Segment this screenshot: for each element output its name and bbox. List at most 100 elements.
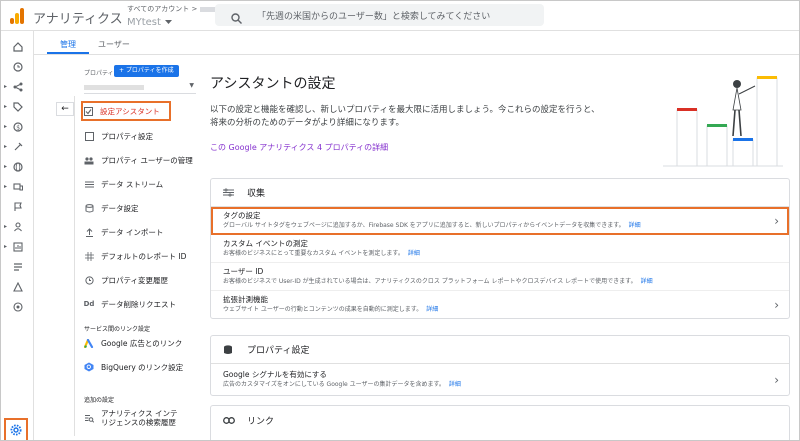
property-dropdown[interactable]: ▼ [84,80,196,94]
search-icon [231,9,242,28]
nav-property-settings[interactable]: プロパティ設定 [84,126,204,146]
row-title: カスタム イベントの測定 [223,239,308,248]
collect-icon [223,188,235,197]
google-ads-icon [84,338,94,348]
extra-settings-header: 追加の設定 [84,397,115,404]
row-subtitle: お客様のビジネスで User-ID が生成されている場合は、アナリティクスのクロ… [223,278,637,285]
details-link[interactable]: 詳細 [426,306,438,313]
property-label: プロパティ [84,70,114,77]
target-icon[interactable] [10,299,26,315]
nav-item-label: プロパティ設定 [101,131,154,141]
history-icon [84,275,94,285]
collect-header: 収集 [247,189,266,199]
nav-data-settings[interactable]: データ設定 [84,198,204,218]
home-icon[interactable] [10,39,26,55]
chevron-down-icon [164,17,172,28]
chevron-down-icon: ▼ [189,82,194,89]
chevron-right-icon: › [774,213,779,228]
devices-icon[interactable]: ▸ [4,179,26,195]
left-rail: ▸ ▸ ▸ $ ▸ ▸ ▸ ▸ ▸ [1,31,34,440]
nav-divider [74,96,75,436]
square-icon [84,131,94,141]
row-title: タグの設定 [223,211,261,220]
sparkle-icon[interactable]: ▸ [4,139,26,155]
enhanced-measurement-row[interactable]: 拡張計測機能 ウェブサイト ユーザーの行動とコンテンツの成果を自動的に測定します… [211,291,789,318]
account-breadcrumb: すべてのアカウント > [127,5,198,13]
pyramid-icon[interactable] [10,279,26,295]
google-signals-row[interactable]: Google シグナルを有効にする 広告のカスタマイズをオンにしている Goog… [211,364,789,395]
search-bar[interactable]: 「先週の米国からのユーザー数」と検索してみてください [215,4,544,26]
nav-item-label: Google 広告とのリンク [101,338,183,348]
nav-item-label: データ ストリーム [101,179,164,189]
link-icon [223,416,235,424]
admin-gear-button[interactable] [4,418,28,440]
row-subtitle: ウェブサイト ユーザーの行動とコンテンツの成果を自動的に測定します。 [223,306,423,313]
checkbox-icon [83,106,93,116]
custom-events-row[interactable]: カスタム イベントの測定 お客様のビジネスにとって重要なカスタム イベントを測定… [211,235,789,263]
details-link[interactable]: 詳細 [408,250,420,257]
nav-property-users[interactable]: プロパティ ユーザーの管理 [84,150,204,170]
row-subtitle: お客様のビジネスにとって重要なカスタム イベントを測定します。 [223,250,404,257]
main-content: アシスタントの設定 以下の設定と機能を確認し、新しいプロパティを最大限に活用しま… [206,56,799,440]
nav-item-label: データ設定 [101,203,139,213]
nav-item-label: データ削除リクエスト [101,299,176,309]
nav-bigquery-link[interactable]: BigQuery のリンク設定 [84,357,204,377]
list-icon[interactable] [10,259,26,275]
chevron-right-icon: › [774,297,779,312]
property-nav: ← プロパティ + プロパティを作成 ▼ 設定アシスタント プロパティ設定 プロ… [34,56,204,440]
row-title: Google シグナルを有効にする [223,370,327,379]
gear-icon [10,421,22,440]
report-icon[interactable]: ▸ [4,239,26,255]
flag-icon[interactable] [10,199,26,215]
search-placeholder: 「先週の米国からのユーザー数」と検索してみてください [257,12,491,22]
globe-icon[interactable]: ▸ [4,159,26,175]
nav-setup-assistant[interactable]: 設定アシスタント [81,101,171,121]
upload-icon [84,227,94,237]
person-icon[interactable]: ▸ [4,219,26,235]
database-icon [223,344,235,355]
property-name: MYtest [127,17,161,28]
details-link[interactable]: 詳細 [629,222,641,229]
nav-item-label: デフォルトのレポート ID [101,251,187,261]
chevron-right-icon: › [774,372,779,387]
page-title: アシスタントの設定 [210,76,336,92]
tag-icon[interactable]: ▸ [4,99,26,115]
nav-google-ads-link[interactable]: Google 広告とのリンク [84,333,204,353]
create-property-button[interactable]: + プロパティを作成 [114,65,179,77]
nav-item-label: プロパティ変更履歴 [101,275,169,285]
collapse-back-button[interactable]: ← [56,102,74,116]
user-id-row[interactable]: ユーザー ID お客様のビジネスで User-ID が生成されている場合は、アナ… [211,263,789,291]
row-title: ユーザー ID [223,267,264,276]
ga4-details-link[interactable]: この Google アナリティクス 4 プロパティの詳細 [210,142,388,153]
nav-item-label: BigQuery のリンク設定 [101,362,184,372]
setup-illustration [661,70,785,170]
row-subtitle: グローバル サイトタグをウェブページに追加するか、Firebase SDK をア… [223,222,625,229]
nav-data-import[interactable]: データ インポート [84,222,204,242]
id-icon [84,251,94,261]
collect-card: 収集 タグの設定 グローバル サイトタグをウェブページに追加するか、Fireba… [210,178,790,319]
flow-icon[interactable]: ▸ [4,79,26,95]
tag-setup-row[interactable]: タグの設定 グローバル サイトタグをウェブページに追加するか、Firebase … [211,207,789,235]
analytics-logo-icon[interactable] [10,8,24,24]
streams-icon [84,179,94,189]
row-title: 拡張計測機能 [223,295,268,304]
details-link[interactable]: 詳細 [449,381,461,388]
nav-reporting-identity[interactable]: デフォルトのレポート ID [84,246,204,266]
nav-item-label: 設定アシスタント [100,106,160,116]
service-links-header: サービス間のリンク設定 [84,326,151,333]
dd-icon: Dd [83,300,95,308]
dollar-icon[interactable]: ▸ $ [4,119,26,135]
details-link[interactable]: 詳細 [641,278,653,285]
nav-data-deletion[interactable]: Dd データ削除リクエスト [84,294,204,314]
tab-admin[interactable]: 管理 [47,39,89,54]
bigquery-icon [84,362,94,372]
people-icon [84,155,94,165]
nav-item-label: データ インポート [101,227,164,237]
nav-data-streams[interactable]: データ ストリーム [84,174,204,194]
nav-intelligence-search-history[interactable]: アナリティクス インテリジェンスの検索履歴 [84,406,184,430]
clock-icon[interactable] [10,59,26,75]
nav-change-history[interactable]: プロパティ変更履歴 [84,270,204,290]
search-history-icon [84,413,94,423]
row-subtitle: 広告のカスタマイズをオンにしている Google ユーザーの集計データを含めます… [223,381,445,388]
tab-user[interactable]: ユーザー [98,39,130,50]
